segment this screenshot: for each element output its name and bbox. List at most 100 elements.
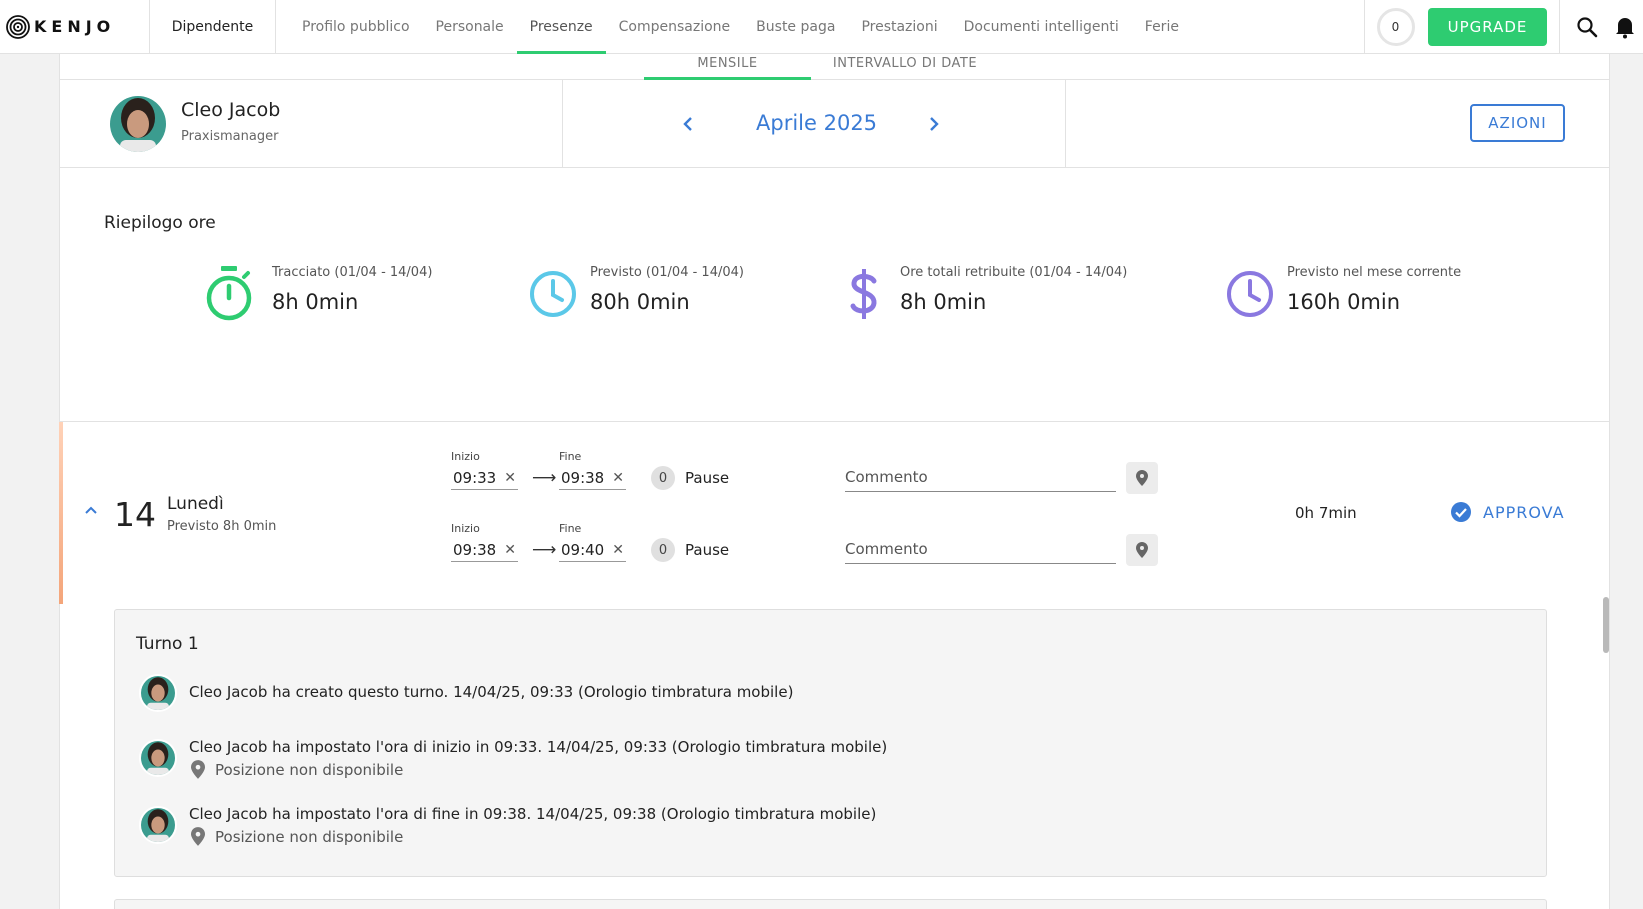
tab-compensation[interactable]: Compensazione — [606, 0, 744, 54]
current-month: Aprile 2025 — [756, 111, 878, 135]
shift-history-title: Turno 1 — [136, 634, 199, 654]
metric-label: Previsto (01/04 - 14/04) — [590, 265, 744, 280]
tab-attendance[interactable]: Presenze — [516, 0, 606, 54]
approve-button[interactable]: APPROVA — [1451, 502, 1565, 522]
location-status: Posizione non disponibile — [215, 760, 404, 779]
start-time-input[interactable]: 09:33 ✕ — [451, 467, 518, 490]
metric-paid-text: Ore totali retribuite (01/04 - 14/04) 8h… — [900, 265, 1127, 321]
metric-tracked-text: Tracciato (01/04 - 14/04) 8h 0min — [272, 265, 432, 323]
period-header: Cleo Jacob Praxismanager Aprile 2025 AZI… — [60, 80, 1609, 168]
tab-personal[interactable]: Personale — [423, 0, 517, 54]
day-name: Lunedì — [167, 494, 224, 514]
shift-history-panel: Turno 1 Cleo Jacob ha creato questo turn… — [114, 609, 1547, 877]
end-label: Fine — [559, 450, 582, 463]
bell-icon[interactable] — [1614, 15, 1636, 39]
end-label: Fine — [559, 522, 582, 535]
end-time-field[interactable]: Fine 09:40 ✕ — [559, 522, 626, 562]
stopwatch-icon — [206, 266, 252, 321]
upgrade-button[interactable]: UPGRADE — [1428, 8, 1547, 46]
day-row: 14 Lunedì Previsto 8h 0min Inizio 09:33 ✕… — [59, 421, 1609, 604]
start-label: Inizio — [451, 522, 480, 535]
comment-input[interactable]: Commento — [845, 468, 1116, 492]
end-time-field[interactable]: Fine 09:38 ✕ — [559, 450, 626, 490]
log-location: Posizione non disponibile — [191, 760, 887, 779]
clear-icon[interactable]: ✕ — [612, 542, 624, 558]
pause-count[interactable]: 0 — [651, 466, 675, 490]
end-time-input[interactable]: 09:38 ✕ — [559, 467, 626, 490]
log-text: Cleo Jacob ha creato questo turno. 14/04… — [189, 683, 794, 701]
subtab-date-range[interactable]: INTERVALLO DI DATE — [820, 54, 990, 80]
employee-role: Praxismanager — [181, 129, 279, 144]
logo-icon — [6, 14, 30, 39]
metric-value: 8h 0min — [272, 290, 359, 314]
log-content: Cleo Jacob ha impostato l'ora di fine in… — [177, 805, 876, 846]
employee-name: Cleo Jacob — [181, 99, 281, 121]
view-subtabs: MENSILE INTERVALLO DI DATE — [60, 54, 1609, 80]
location-button[interactable] — [1126, 462, 1158, 494]
comment-input[interactable]: Commento — [845, 540, 1116, 564]
metric-paid-hours: Ore totali retribuite (01/04 - 14/04) 8h… — [849, 265, 1127, 321]
metric-value: 80h 0min — [590, 290, 690, 314]
chevron-right-icon[interactable] — [928, 116, 940, 132]
end-time-input[interactable]: 09:40 ✕ — [559, 539, 626, 562]
pause-label: Pause — [685, 541, 730, 559]
chevron-left-icon[interactable] — [682, 116, 694, 132]
avatar-image — [141, 808, 175, 842]
search-icon[interactable] — [1576, 16, 1598, 38]
clear-icon[interactable]: ✕ — [504, 542, 516, 558]
metric-planned: Previsto (01/04 - 14/04) 80h 0min — [528, 265, 744, 319]
top-navigation: KENJO Dipendente Profilo pubblico Person… — [0, 0, 1643, 54]
clear-icon[interactable]: ✕ — [612, 470, 624, 486]
counter-wrapper: 0 — [1364, 0, 1426, 54]
metric-label: Ore totali retribuite (01/04 - 14/04) — [900, 265, 1128, 280]
log-text: Cleo Jacob ha impostato l'ora di fine in… — [189, 805, 877, 823]
tab-public-profile[interactable]: Profilo pubblico — [289, 0, 423, 54]
start-time-field[interactable]: Inizio 09:33 ✕ — [451, 450, 518, 490]
month-navigator: Aprile 2025 — [563, 80, 1066, 168]
tab-benefits[interactable]: Prestazioni — [848, 0, 950, 54]
location-pin-icon — [1136, 470, 1148, 486]
tab-payslips[interactable]: Buste paga — [743, 0, 848, 54]
pause-count[interactable]: 0 — [651, 538, 675, 562]
chevron-up-icon[interactable] — [84, 505, 98, 515]
next-shift-panel — [114, 899, 1547, 909]
employee-text: Cleo Jacob Praxismanager — [181, 99, 280, 144]
attendance-card: MENSILE INTERVALLO DI DATE Cleo Jacob Pr… — [59, 54, 1610, 909]
arrow-right-icon: ⟶ — [532, 540, 557, 560]
tab-time-off[interactable]: Ferie — [1132, 0, 1192, 54]
location-button[interactable] — [1126, 534, 1158, 566]
start-time-field[interactable]: Inizio 09:38 ✕ — [451, 522, 518, 562]
tab-smart-documents[interactable]: Documenti intelligenti — [951, 0, 1132, 54]
employee-info: Cleo Jacob Praxismanager — [60, 80, 563, 168]
location-pin-icon — [1136, 542, 1148, 558]
metric-tracked: Tracciato (01/04 - 14/04) 8h 0min — [204, 265, 432, 323]
start-label: Inizio — [451, 450, 480, 463]
clear-icon[interactable]: ✕ — [504, 470, 516, 486]
tool-box — [1559, 0, 1643, 54]
day-total-hours: 0h 7min — [1295, 504, 1357, 522]
list-item: Cleo Jacob ha impostato l'ora di fine in… — [139, 805, 876, 846]
metric-label: Previsto nel mese corrente — [1287, 265, 1462, 280]
employee-section-tab[interactable]: Dipendente — [150, 0, 276, 54]
start-time-input[interactable]: 09:38 ✕ — [451, 539, 518, 562]
approve-label: APPROVA — [1483, 502, 1565, 522]
location-pin-icon — [191, 827, 205, 846]
location-status: Posizione non disponibile — [215, 827, 404, 846]
metric-value: 8h 0min — [900, 290, 987, 314]
avatar-image — [110, 96, 166, 152]
kenjo-logo[interactable]: KENJO — [0, 0, 150, 54]
day-planned: Previsto 8h 0min — [167, 519, 277, 534]
clock-icon — [530, 271, 576, 317]
arrow-right-icon: ⟶ — [532, 468, 557, 488]
metric-month-text: Previsto nel mese corrente 160h 0min — [1287, 265, 1461, 319]
clock-icon — [1227, 271, 1273, 317]
pause-label: Pause — [685, 469, 730, 487]
check-circle-icon — [1451, 502, 1471, 522]
actions-button[interactable]: AZIONI — [1470, 104, 1565, 142]
log-content: Cleo Jacob ha impostato l'ora di inizio … — [177, 738, 887, 779]
notification-counter[interactable]: 0 — [1376, 8, 1415, 46]
metric-label: Tracciato (01/04 - 14/04) — [272, 265, 433, 280]
logo-text: KENJO — [34, 17, 116, 36]
scrollbar[interactable] — [1603, 597, 1609, 653]
subtab-monthly[interactable]: MENSILE — [644, 54, 811, 80]
